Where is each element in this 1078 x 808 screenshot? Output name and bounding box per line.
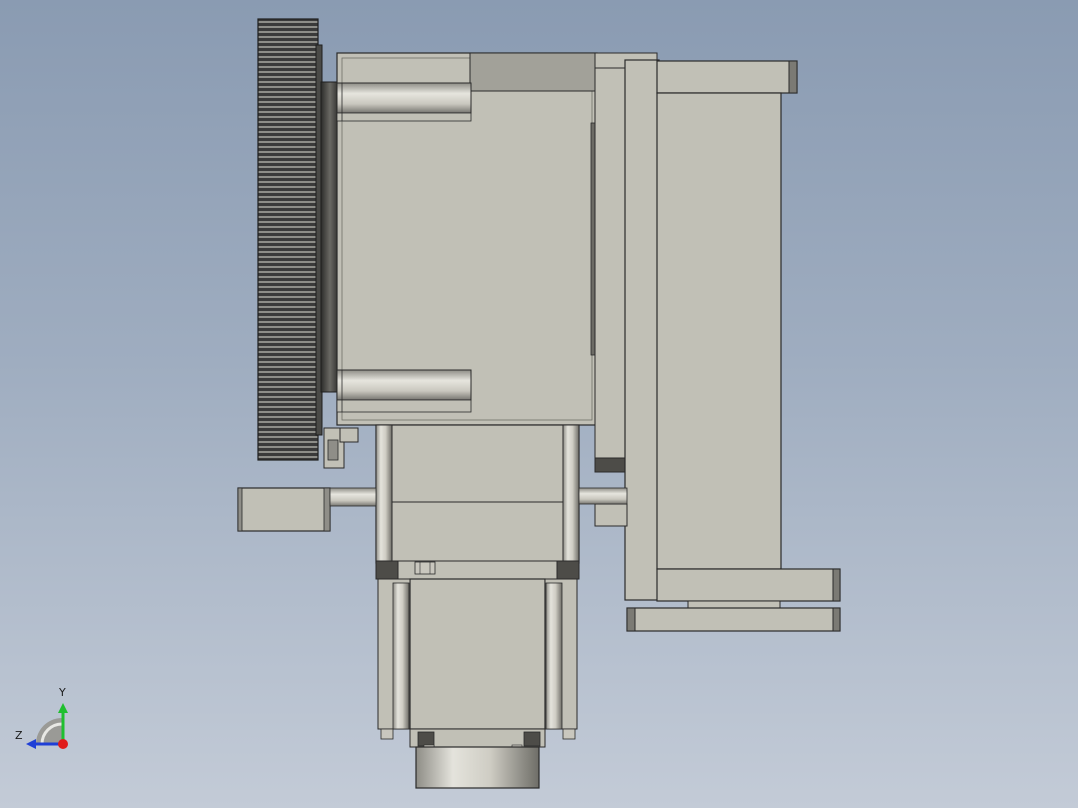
base-bracket[interactable] [626,60,841,632]
gearbox-housing[interactable] [336,52,598,426]
orientation-triad: Y Z [12,686,82,756]
y-axis-label: Y [59,686,66,699]
servo-motor[interactable] [377,578,578,789]
gear-motor-assembly-model[interactable] [0,0,1078,808]
x-axis-dot-icon [58,739,68,749]
triad-graphic [26,703,68,749]
spur-gear[interactable] [257,18,340,461]
latch-clip[interactable] [323,427,359,469]
z-axis-label: Z [15,729,23,742]
cad-viewport[interactable]: Y Z [0,0,1078,808]
mounting-flange[interactable] [594,52,660,601]
motor-adapter[interactable] [375,424,580,580]
